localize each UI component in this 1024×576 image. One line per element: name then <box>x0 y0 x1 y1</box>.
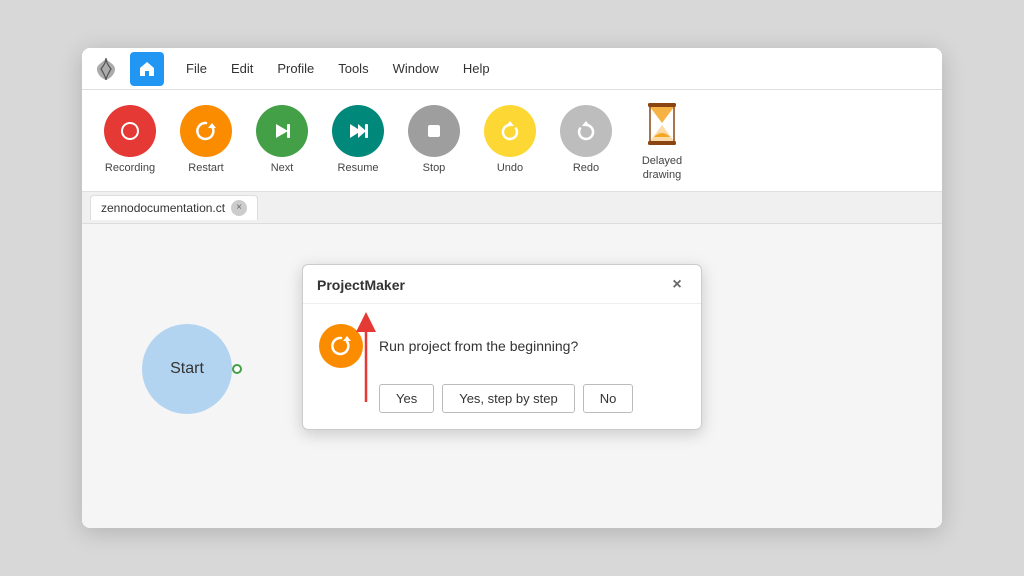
delayed-drawing-button[interactable]: Delayeddrawing <box>630 98 694 183</box>
node-connector <box>232 364 242 374</box>
tab-item[interactable]: zennodocumentation.ct × <box>90 195 258 220</box>
recording-label: Recording <box>105 161 155 175</box>
undo-icon <box>484 105 536 157</box>
next-button[interactable]: Next <box>250 105 314 175</box>
menu-file[interactable]: File <box>176 55 217 82</box>
menu-tools[interactable]: Tools <box>328 55 378 82</box>
stop-button[interactable]: Stop <box>402 105 466 175</box>
app-window: File Edit Profile Tools Window Help Reco… <box>82 48 942 528</box>
dialog-titlebar: ProjectMaker × <box>303 265 701 304</box>
content-area: zennodocumentation.ct × Start <box>82 192 942 528</box>
resume-label: Resume <box>338 161 379 175</box>
restart-icon <box>180 105 232 157</box>
undo-button[interactable]: Undo <box>478 105 542 175</box>
dialog-actions: Yes Yes, step by step No <box>303 384 701 429</box>
dialog-body: Run project from the beginning? <box>303 304 701 384</box>
redo-icon <box>560 105 612 157</box>
resume-button[interactable]: Resume <box>326 105 390 175</box>
start-node: Start <box>142 324 232 414</box>
toolbar: Recording Restart Next <box>82 90 942 192</box>
dialog: ProjectMaker × Run project from the begi… <box>302 264 702 430</box>
dialog-yes-step-button[interactable]: Yes, step by step <box>442 384 575 413</box>
restart-label: Restart <box>188 161 223 175</box>
dialog-no-button[interactable]: No <box>583 384 634 413</box>
next-label: Next <box>271 161 294 175</box>
menu-help[interactable]: Help <box>453 55 500 82</box>
dialog-message: Run project from the beginning? <box>379 338 685 354</box>
redo-button[interactable]: Redo <box>554 105 618 175</box>
dialog-yes-button[interactable]: Yes <box>379 384 434 413</box>
tab-close-button[interactable]: × <box>231 200 247 216</box>
recording-button[interactable]: Recording <box>98 105 162 175</box>
delayed-drawing-icon <box>636 98 688 150</box>
dialog-restart-icon <box>319 324 363 368</box>
delayed-drawing-label: Delayeddrawing <box>642 154 682 183</box>
home-button[interactable] <box>130 52 164 86</box>
menu-window[interactable]: Window <box>383 55 449 82</box>
dialog-close-button[interactable]: × <box>667 275 687 295</box>
tab-label: zennodocumentation.ct <box>101 201 225 215</box>
undo-label: Undo <box>497 161 523 175</box>
tab-bar: zennodocumentation.ct × <box>82 192 942 224</box>
logo-icon <box>90 53 122 85</box>
resume-icon <box>332 105 384 157</box>
menubar: File Edit Profile Tools Window Help <box>82 48 942 90</box>
restart-button[interactable]: Restart <box>174 105 238 175</box>
dialog-title: ProjectMaker <box>317 277 405 293</box>
redo-label: Redo <box>573 161 599 175</box>
recording-icon <box>104 105 156 157</box>
menu-profile[interactable]: Profile <box>267 55 324 82</box>
stop-icon <box>408 105 460 157</box>
menu-edit[interactable]: Edit <box>221 55 263 82</box>
next-icon <box>256 105 308 157</box>
stop-label: Stop <box>423 161 446 175</box>
